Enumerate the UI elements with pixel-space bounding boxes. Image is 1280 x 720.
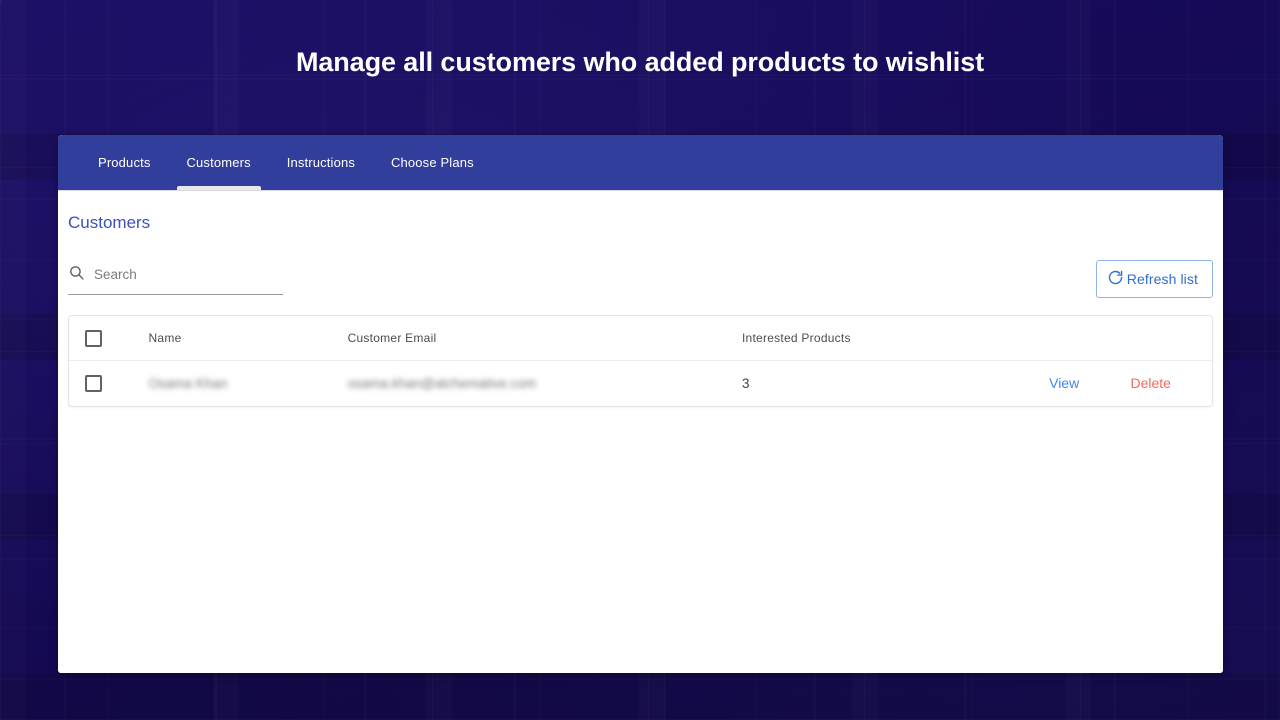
tab-bar: Products Customers Instructions Choose P…	[58, 135, 1223, 190]
select-all-cell	[85, 330, 148, 347]
search-icon	[68, 264, 85, 286]
section-title: Customers	[68, 213, 1213, 233]
refresh-icon	[1107, 269, 1124, 289]
search-input[interactable]	[94, 267, 283, 282]
refresh-list-button[interactable]: Refresh list	[1096, 260, 1213, 298]
column-header-name: Name	[148, 331, 347, 345]
toolbar: Refresh list	[68, 260, 1213, 298]
page-title: Manage all customers who added products …	[0, 44, 1280, 80]
tab-products-label: Products	[98, 155, 151, 170]
cell-customer-email: osama.khan@alchemative.com	[348, 376, 742, 391]
refresh-list-label: Refresh list	[1127, 271, 1198, 287]
cell-interested-products: 3	[742, 376, 1021, 391]
search-field[interactable]	[68, 264, 283, 295]
card-body: Customers Refresh list	[58, 191, 1223, 673]
column-header-customer-email: Customer Email	[348, 331, 742, 345]
row-select-cell	[85, 375, 148, 392]
tab-choose-plans[interactable]: Choose Plans	[373, 135, 492, 190]
tab-choose-plans-label: Choose Plans	[391, 155, 474, 170]
row-checkbox[interactable]	[85, 375, 102, 392]
tab-active-underline	[177, 186, 261, 190]
app-card: Products Customers Instructions Choose P…	[58, 135, 1223, 673]
tab-products[interactable]: Products	[80, 135, 169, 190]
table-header-row: Name Customer Email Interested Products	[69, 316, 1212, 361]
tab-instructions[interactable]: Instructions	[269, 135, 373, 190]
cell-view-action: View	[1021, 375, 1108, 393]
cell-name: Osama Khan	[148, 376, 347, 391]
column-header-interested-products: Interested Products	[742, 331, 1021, 345]
delete-link[interactable]: Delete	[1130, 375, 1170, 391]
tab-customers[interactable]: Customers	[169, 135, 269, 190]
customers-table: Name Customer Email Interested Products …	[68, 315, 1213, 407]
table-row: Osama Khan osama.khan@alchemative.com 3 …	[69, 361, 1212, 406]
tab-customers-label: Customers	[187, 155, 251, 170]
cell-delete-action: Delete	[1107, 375, 1194, 393]
select-all-checkbox[interactable]	[85, 330, 102, 347]
view-link[interactable]: View	[1049, 375, 1079, 391]
tab-instructions-label: Instructions	[287, 155, 355, 170]
